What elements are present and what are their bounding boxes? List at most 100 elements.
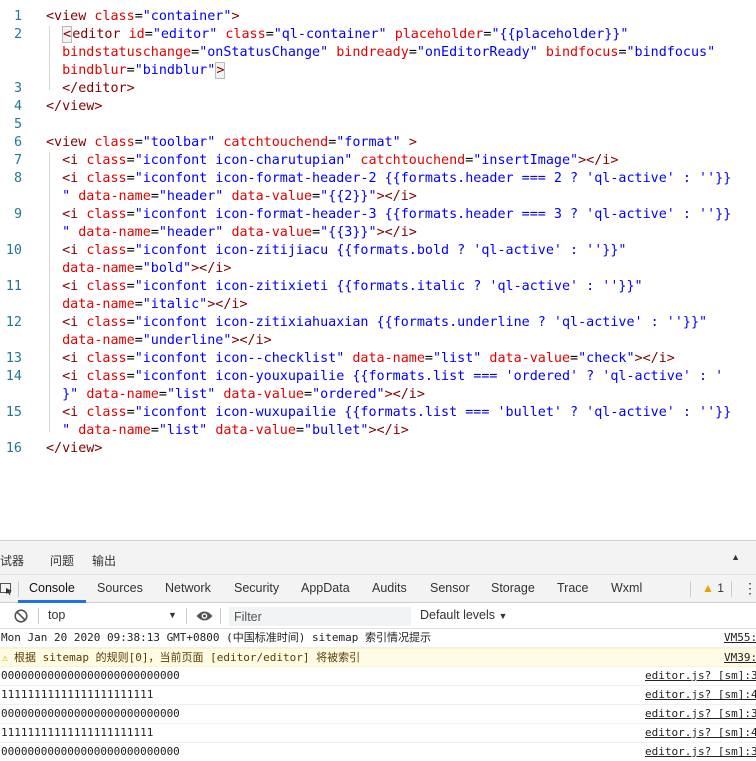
code-text: bindblur="bindblur"> [46,62,226,80]
code-token: = [150,189,159,204]
log-source-link[interactable]: VM39: [724,649,756,666]
code-token: bindblur [62,63,127,78]
code-text: <i class="iconfont icon-zitixiahuaxian {… [46,314,707,332]
eye-icon[interactable] [196,610,213,622]
code-line: 9 <i class="iconfont icon-format-header-… [0,206,756,224]
line-number: 2 [13,27,22,42]
triangle-up-icon[interactable]: ▲ [731,552,740,562]
drawer-tab-issues[interactable]: 问题 [50,552,74,569]
code-token: = [126,315,135,330]
code-token: = [126,171,135,186]
code-token: = [134,135,143,150]
code-token: = [144,27,153,42]
tab-storage[interactable]: Storage [491,581,535,595]
console-log-row[interactable]: 11111111111111111111111 editor.js? [sm]:4 [0,686,756,705]
tab-security[interactable]: Security [234,581,279,595]
inspect-element-icon[interactable] [0,583,13,595]
line-number: 16 [5,441,22,456]
console-log-row[interactable]: 000000000000000000000000000 editor.js? [s… [0,667,756,686]
console-output: Mon Jan 20 2020 09:38:13 GMT+0800 (中国标准时… [0,629,756,761]
code-line: 7 <i class="iconfont icon-charutupian" c… [0,152,756,170]
code-token: ></i> [578,153,619,168]
tab-network[interactable]: Network [165,581,211,595]
line-number: 9 [13,207,22,222]
code-line: 3 </editor> [0,80,756,98]
code-token: class [86,315,127,330]
code-text: " data-name="header" data-value="{{3}}">… [46,224,417,242]
log-message: Mon Jan 20 2020 09:38:13 GMT+0800 (中国标准时… [1,631,432,644]
drawer-tab-debugger[interactable]: 调试器 [0,552,24,569]
log-source-link[interactable]: editor.js? [sm]:3 [645,705,756,723]
tab-trace[interactable]: Trace [557,581,589,595]
console-log-row[interactable]: 000000000000000000000000000 editor.js? [s… [0,743,756,761]
log-source-link[interactable]: editor.js? [sm]:4 [645,724,756,742]
devtools-panel: 调试器 问题 输出 ▲ Console Sources Network Secu… [0,540,756,761]
log-levels-label: Default levels [420,608,496,622]
code-editor[interactable]: 1 <view class="container"> 2 <editor id="e… [0,0,756,540]
dropdown-arrow-icon[interactable]: ▼ [168,610,177,620]
console-log-row[interactable]: Mon Jan 20 2020 09:38:13 GMT+0800 (中国标准时… [0,629,756,648]
code-token: "list" [432,351,482,366]
code-token: > [231,9,240,24]
more-options-icon[interactable]: ⋮ [743,580,756,597]
clear-console-icon[interactable] [14,609,28,623]
tab-console[interactable]: Console [29,581,75,595]
console-warning-row[interactable]: ⚠ 根据 sitemap 的规则[0]，当前页面 [editor/editor]… [0,648,756,667]
warning-triangle-icon: ▲ [702,581,714,595]
line-number: 4 [13,99,22,114]
tab-sources[interactable]: Sources [97,581,143,595]
code-token: ></i> [376,225,417,240]
console-log-row[interactable]: 11111111111111111111111 editor.js? [sm]:4 [0,724,756,743]
code-token: bindstatuschange [62,45,192,60]
code-text: </view> [46,98,102,116]
code-token: "iconfont icon-zitijiacu {{formats.bold … [134,243,627,258]
log-source-link[interactable]: editor.js? [sm]:3 [645,667,756,685]
code-token: = [134,297,143,312]
context-selector[interactable]: top [48,608,65,622]
tab-appdata[interactable]: AppData [301,581,350,595]
code-token: "iconfont icon-wuxupailie {{formats.list… [134,405,732,420]
code-text: bindstatuschange="onStatusChange" bindre… [46,44,715,62]
code-token: "ql-container" [273,27,387,42]
code-token: = [134,9,143,24]
code-text: <i class="iconfont icon-format-header-2 … [46,170,731,188]
log-levels-dropdown[interactable]: Default levels ▼ [420,608,507,622]
console-log-row[interactable]: 000000000000000000000000000 editor.js? [s… [0,705,756,724]
code-token: bindready [336,45,409,60]
warning-counter[interactable]: ▲ 1 [702,581,724,595]
code-token: = [618,45,627,60]
code-token: = [150,225,159,240]
code-token: <i [62,351,87,366]
tab-wxml[interactable]: Wxml [611,581,642,595]
tab-sensor[interactable]: Sensor [430,581,470,595]
code-token: = [126,405,135,420]
log-source-link[interactable]: editor.js? [sm]:4 [645,686,756,704]
code-token: <view [46,9,95,24]
code-token: = [304,387,313,402]
code-token: = [158,387,167,402]
drawer-tab-output[interactable]: 输出 [92,552,116,569]
log-source-link[interactable]: VM55: [724,629,756,647]
line-number: 5 [13,117,22,132]
code-token: "italic" [142,297,208,312]
line-number: 7 [13,153,22,168]
code-token: = [126,63,135,78]
code-line: bindblur="bindblur"> [0,62,756,80]
code-text: <i class="iconfont icon-zitijiacu {{form… [46,242,626,260]
code-line: 2 <editor id="editor" class="ql-containe… [0,26,756,44]
code-token: </view> [46,441,103,456]
tab-audits[interactable]: Audits [372,581,407,595]
code-token: "ordered" [312,387,385,402]
code-token: "iconfont icon-youxupailie {{formats.lis… [134,369,724,384]
code-token: ></i> [634,351,675,366]
filter-input[interactable] [229,607,411,626]
code-token: class [86,207,127,222]
log-source-link[interactable]: editor.js? [sm]:3 [645,743,756,761]
